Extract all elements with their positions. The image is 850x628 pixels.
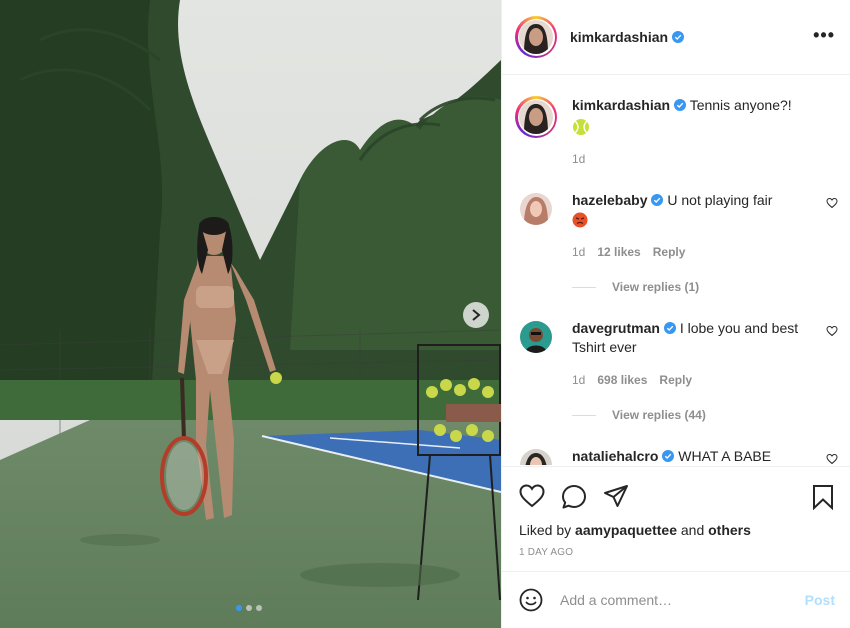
reply-button[interactable]: Reply <box>653 245 686 259</box>
profile-photo <box>519 100 553 134</box>
post-photo <box>0 0 501 628</box>
liked-by-user[interactable]: aamypaquettee <box>575 522 677 538</box>
save-bookmark-icon[interactable] <box>812 484 834 510</box>
post-caption: kimkardashian Tennis anyone?! 1d <box>515 96 838 166</box>
comment-username[interactable]: hazelebaby <box>572 192 647 208</box>
avatar[interactable] <box>520 193 552 225</box>
post-sidebar: kimkardashian ••• kimkardashian Tennis a… <box>501 0 850 628</box>
comment-text: nataliehalcro WHAT A BABE <box>572 447 812 465</box>
comment-item: hazelebaby U not playing fair 1d 12 likes… <box>518 191 838 301</box>
like-heart-icon[interactable] <box>519 484 545 508</box>
carousel-dot <box>246 605 252 611</box>
avatar[interactable] <box>520 449 552 465</box>
avatar[interactable] <box>515 16 557 58</box>
verified-badge-icon <box>672 31 685 43</box>
comment-body: WHAT A BABE <box>678 448 772 464</box>
next-slide-button[interactable] <box>463 302 489 328</box>
view-replies-button[interactable]: View replies (1) <box>572 280 699 294</box>
caption-username[interactable]: kimkardashian <box>572 97 670 113</box>
comment-icon[interactable] <box>561 484 587 510</box>
comment-likes[interactable]: 12 likes <box>597 245 640 259</box>
verified-badge-icon <box>662 450 675 462</box>
view-replies-label: View replies (1) <box>612 280 700 294</box>
comment-item: nataliehalcro WHAT A BABE <box>518 447 838 465</box>
caption-text: kimkardashian Tennis anyone?! <box>572 96 812 141</box>
like-comment-heart-icon[interactable] <box>826 197 838 209</box>
comment-likes[interactable]: 698 likes <box>597 373 647 387</box>
comment-meta: 1d 698 likes Reply <box>572 373 692 387</box>
divider-line <box>572 286 596 288</box>
share-paper-plane-icon[interactable] <box>603 484 629 508</box>
liked-by-prefix: Liked by <box>519 522 572 538</box>
chevron-right-icon <box>472 309 481 321</box>
emoji-smiley-icon[interactable] <box>519 588 543 612</box>
comment-username[interactable]: nataliehalcro <box>572 448 658 464</box>
avatar[interactable] <box>515 96 557 138</box>
caption-age: 1d <box>572 152 586 166</box>
comment-item: davegrutman I lobe you and best Tshirt e… <box>518 319 838 429</box>
post-comment-button[interactable]: Post <box>805 592 835 608</box>
verified-badge-icon <box>651 194 664 206</box>
like-comment-heart-icon[interactable] <box>826 325 838 337</box>
comment-meta: 1d 12 likes Reply <box>572 245 685 259</box>
profile-photo <box>519 20 553 54</box>
verified-badge-icon <box>674 99 687 111</box>
liked-by-and: and <box>680 522 705 538</box>
post-media[interactable] <box>0 0 501 628</box>
post-date[interactable]: 1 DAY AGO <box>519 547 573 558</box>
header-username[interactable]: kimkardashian <box>570 29 668 45</box>
like-comment-heart-icon[interactable] <box>826 453 838 465</box>
carousel-indicator <box>236 605 262 611</box>
view-replies-label: View replies (44) <box>612 408 706 422</box>
caption-body: Tennis anyone?! <box>689 97 792 113</box>
tennis-ball-emoji-icon <box>573 119 589 135</box>
liked-by-others[interactable]: others <box>708 522 751 538</box>
post-header: kimkardashian ••• <box>502 0 850 75</box>
post-actions: Liked by aamypaquettee and others 1 DAY … <box>502 466 850 571</box>
comment-age: 1d <box>572 373 586 387</box>
more-options-icon[interactable]: ••• <box>813 26 835 44</box>
comment-text: hazelebaby U not playing fair <box>572 191 812 233</box>
verified-badge-icon <box>663 322 676 334</box>
angry-face-emoji-icon <box>572 212 588 228</box>
divider-line <box>572 414 596 416</box>
avatar[interactable] <box>520 321 552 353</box>
comment-input[interactable] <box>560 589 790 611</box>
comment-body: U not playing fair <box>667 192 773 208</box>
reply-button[interactable]: Reply <box>659 373 692 387</box>
comment-text: davegrutman I lobe you and best Tshirt e… <box>572 319 812 357</box>
view-replies-button[interactable]: View replies (44) <box>572 408 706 422</box>
header-user: kimkardashian <box>570 29 685 47</box>
liked-by: Liked by aamypaquettee and others <box>519 522 751 538</box>
comment-composer: Post <box>502 571 850 628</box>
carousel-dot <box>236 605 242 611</box>
carousel-dot <box>256 605 262 611</box>
comment-age: 1d <box>572 245 586 259</box>
comments-list: kimkardashian Tennis anyone?! 1d hazeleb… <box>502 76 850 465</box>
comment-username[interactable]: davegrutman <box>572 320 660 336</box>
